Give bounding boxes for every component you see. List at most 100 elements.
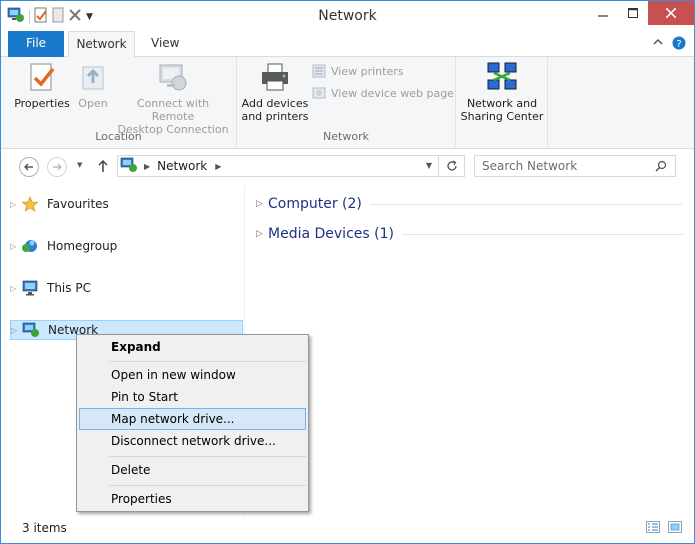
properties-button[interactable]: Properties — [13, 61, 71, 110]
group-label: Computer (2) — [268, 196, 362, 212]
tab-file[interactable]: File — [8, 31, 64, 57]
status-bar: 3 items — [1, 515, 694, 543]
location-group-label: Location — [95, 130, 142, 143]
menu-separator — [109, 485, 306, 486]
large-icons-view-button[interactable] — [668, 521, 682, 536]
navigation-bar: ▼ ▶ Network ▶ ▼ Search Network — [1, 149, 694, 185]
close-button[interactable] — [648, 1, 694, 25]
expand-arrow-icon[interactable]: ▷ — [10, 200, 21, 209]
up-button[interactable] — [97, 159, 109, 176]
expand-ribbon-icon[interactable] — [652, 36, 664, 53]
address-dropdown-icon[interactable]: ▼ — [426, 161, 432, 170]
printer-icon — [259, 61, 291, 93]
remote-desktop-label-1: Connect with Remote — [136, 97, 210, 123]
group-divider — [401, 233, 684, 235]
search-input[interactable]: Search Network — [474, 155, 676, 177]
back-arrow-icon — [24, 163, 33, 171]
nav-item-this-pc[interactable]: ▷ This PC — [10, 278, 243, 298]
computer-icon — [21, 280, 41, 296]
view-device-web-page-label: View device web page — [331, 86, 454, 100]
menu-separator — [109, 361, 306, 362]
maximize-button[interactable] — [618, 1, 648, 25]
nav-item-label: This PC — [47, 281, 91, 295]
details-view-button[interactable] — [646, 521, 660, 536]
menu-item-pin-to-start[interactable]: Pin to Start — [79, 386, 306, 408]
search-icon[interactable] — [655, 160, 667, 175]
remote-desktop-icon — [157, 61, 189, 93]
network-sharing-icon — [486, 61, 518, 93]
context-menu: Expand Open in new window Pin to Start M… — [76, 334, 309, 512]
group-expand-icon[interactable]: ▷ — [256, 229, 268, 239]
ribbon: Properties Open Connect with Remote Desk… — [1, 57, 694, 149]
homegroup-icon — [21, 238, 41, 254]
view-printers-label: View printers — [331, 64, 404, 78]
nav-item-label: Favourites — [47, 197, 109, 211]
properties-icon — [26, 61, 58, 93]
sharing-group: Network and Sharing Center — [456, 57, 548, 147]
menu-item-map-network-drive[interactable]: Map network drive... — [79, 408, 306, 430]
remote-desktop-button[interactable]: Connect with Remote Desktop Connection — [115, 61, 231, 136]
network-group: Add devices and printers View printers V… — [237, 57, 456, 147]
network-location-icon — [120, 157, 138, 176]
content-group-media-devices[interactable]: ▷ Media Devices (1) — [256, 224, 684, 244]
refresh-icon — [446, 160, 457, 171]
breadcrumb-chevron-icon[interactable]: ▶ — [215, 162, 221, 171]
menu-item-disconnect-network-drive[interactable]: Disconnect network drive... — [79, 430, 306, 452]
menu-item-open-new-window[interactable]: Open in new window — [79, 364, 306, 386]
recent-locations-icon[interactable]: ▼ — [77, 161, 82, 169]
expand-arrow-icon[interactable]: ▷ — [11, 326, 22, 335]
explorer-window: ▼ Network File Network View ? Properties… — [0, 0, 695, 544]
tab-view[interactable]: View — [139, 31, 191, 57]
view-device-web-page-button[interactable]: View device web page — [311, 85, 454, 101]
view-printers-button[interactable]: View printers — [311, 63, 403, 79]
nav-item-label: Homegroup — [47, 239, 118, 253]
minimize-button[interactable] — [588, 1, 618, 25]
menu-item-properties[interactable]: Properties — [79, 488, 306, 510]
add-devices-label-2: and printers — [241, 110, 309, 123]
group-expand-icon[interactable]: ▷ — [256, 199, 268, 209]
nav-item-favourites[interactable]: ▷ Favourites — [10, 194, 243, 214]
menu-separator — [109, 456, 306, 457]
help-icon[interactable]: ? — [672, 36, 686, 53]
device-web-page-icon — [312, 87, 326, 99]
network-sharing-center-button[interactable]: Network and Sharing Center — [458, 61, 546, 123]
svg-text:?: ? — [676, 39, 681, 50]
forward-button[interactable] — [47, 157, 67, 177]
sharing-label-2: Sharing Center — [460, 110, 544, 123]
back-button[interactable] — [19, 157, 39, 177]
open-label: Open — [78, 97, 108, 110]
open-icon — [77, 61, 109, 93]
item-count: 3 items — [22, 521, 67, 535]
menu-item-delete[interactable]: Delete — [79, 459, 306, 481]
address-bar[interactable]: ▶ Network ▶ ▼ — [117, 155, 465, 177]
view-printers-icon — [312, 64, 326, 78]
sharing-label-1: Network and — [466, 97, 538, 110]
refresh-button[interactable] — [438, 156, 464, 176]
properties-label: Properties — [14, 97, 70, 110]
window-controls — [588, 1, 694, 25]
network-group-label: Network — [323, 130, 369, 143]
expand-arrow-icon[interactable]: ▷ — [10, 284, 21, 293]
search-placeholder: Search Network — [482, 159, 578, 173]
ribbon-options: ? — [652, 36, 686, 53]
forward-arrow-icon — [53, 163, 62, 171]
open-button[interactable]: Open — [75, 61, 111, 110]
ribbon-tabs: File Network View ? — [1, 31, 694, 58]
expand-arrow-icon[interactable]: ▷ — [10, 242, 21, 251]
star-icon — [21, 196, 41, 212]
breadcrumb-network[interactable]: Network — [157, 159, 207, 173]
group-divider — [369, 203, 682, 205]
breadcrumb-chevron-icon[interactable]: ▶ — [144, 162, 150, 171]
add-devices-button[interactable]: Add devices and printers — [241, 61, 309, 123]
tab-network[interactable]: Network — [68, 31, 135, 58]
add-devices-label-1: Add devices — [241, 97, 309, 110]
location-group: Properties Open Connect with Remote Desk… — [1, 57, 237, 147]
network-icon — [22, 322, 42, 338]
group-label: Media Devices (1) — [268, 226, 394, 242]
large-icons-view-icon — [668, 521, 682, 533]
content-group-computer[interactable]: ▷ Computer (2) — [256, 194, 682, 214]
title-bar: ▼ Network — [1, 1, 694, 31]
menu-item-expand[interactable]: Expand — [79, 336, 306, 358]
details-view-icon — [646, 521, 660, 533]
nav-item-homegroup[interactable]: ▷ Homegroup — [10, 236, 243, 256]
